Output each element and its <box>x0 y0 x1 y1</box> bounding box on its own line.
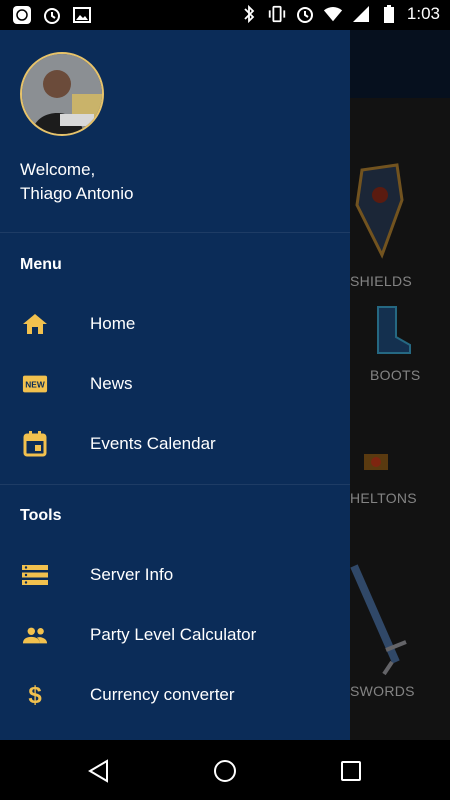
app-notification-icon <box>12 5 32 25</box>
clock-time: 1:03 <box>406 4 440 23</box>
drawer-scrim[interactable] <box>350 30 450 740</box>
menu-item-label: Party Level Calculator <box>90 625 257 644</box>
section-title-tools: Tools <box>20 507 62 524</box>
battery-icon <box>379 4 399 24</box>
menu-item-label: News <box>90 374 133 393</box>
vibrate-icon <box>267 4 287 24</box>
wifi-icon <box>323 4 343 24</box>
welcome-text: Welcome, <box>20 160 96 179</box>
image-icon <box>72 5 92 25</box>
svg-text:NEW: NEW <box>25 380 45 390</box>
dollar-icon: $ <box>22 682 48 708</box>
group-icon <box>22 622 48 648</box>
menu-item-party-level-calculator[interactable]: Party Level Calculator <box>0 605 350 665</box>
avatar[interactable] <box>20 52 104 136</box>
section-title-menu: Menu <box>20 256 62 273</box>
menu-item-home[interactable]: Home <box>0 294 350 354</box>
menu-item-label: Currency converter <box>90 685 235 704</box>
recents-button[interactable] <box>338 758 364 784</box>
status-bar: 1:03 <box>0 0 450 30</box>
new-badge-icon: NEW <box>22 371 48 397</box>
calendar-icon <box>22 431 48 457</box>
alarm-icon <box>295 4 315 24</box>
menu-item-label: Events Calendar <box>90 434 216 453</box>
menu-item-label: Home <box>90 314 136 333</box>
menu-item-events-calendar[interactable]: Events Calendar <box>0 414 350 474</box>
bluetooth-icon <box>239 4 259 24</box>
home-icon <box>22 311 48 337</box>
signal-icon <box>351 4 371 24</box>
divider <box>0 484 350 485</box>
back-button[interactable] <box>86 758 112 784</box>
divider <box>0 232 350 233</box>
navigation-drawer: Welcome, Thiago Antonio Menu Home NEW Ne… <box>0 30 350 740</box>
alarm-icon <box>42 5 62 25</box>
svg-text:$: $ <box>28 682 42 708</box>
home-button[interactable] <box>212 758 238 784</box>
user-name: Thiago Antonio <box>20 184 134 203</box>
system-nav-bar <box>0 740 450 800</box>
menu-item-server-info[interactable]: Server Info <box>0 545 350 605</box>
menu-item-label: Server Info <box>90 565 174 584</box>
menu-item-currency-converter[interactable]: $ Currency converter <box>0 665 350 725</box>
server-icon <box>22 562 48 588</box>
menu-item-news[interactable]: NEW News <box>0 354 350 414</box>
